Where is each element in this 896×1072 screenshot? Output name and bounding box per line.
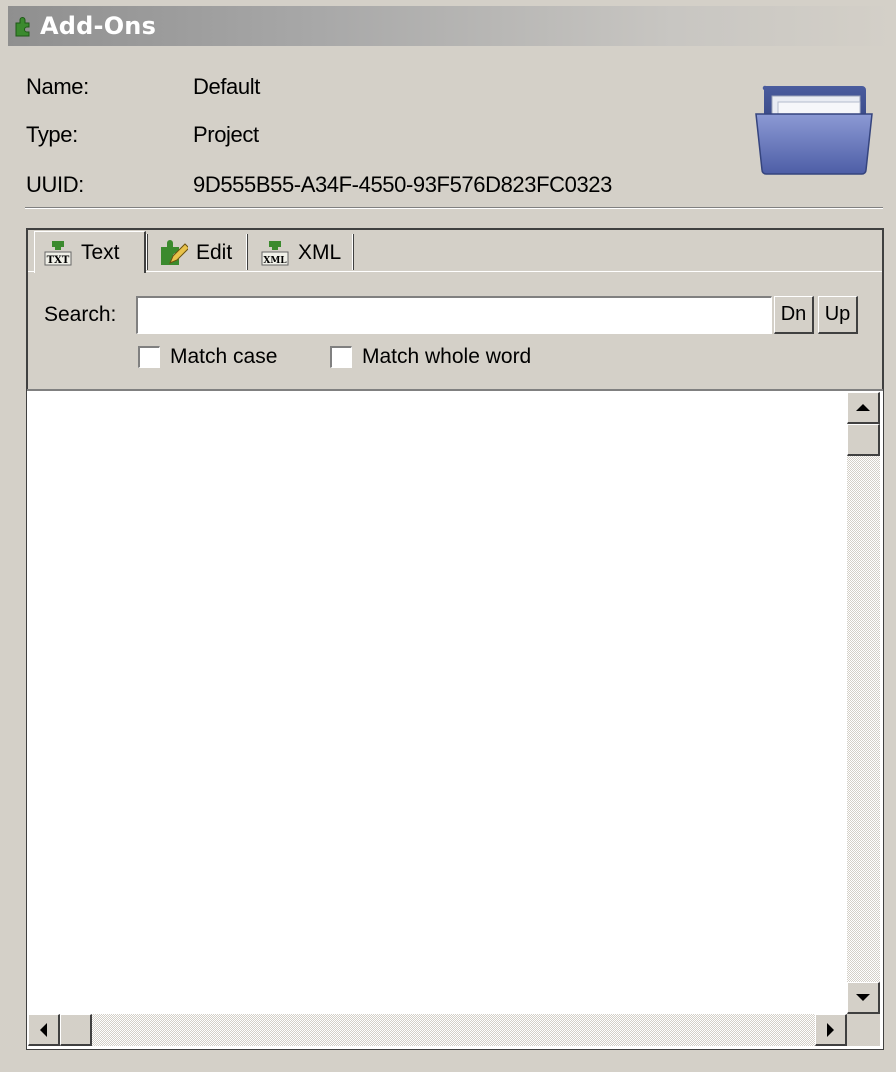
- match-whole-word-label: Match whole word: [362, 345, 532, 368]
- text-area[interactable]: [27, 389, 883, 1049]
- arrow-up-icon: [856, 404, 870, 411]
- tab-divider: [146, 234, 148, 270]
- tab-text-label: Text: [81, 240, 120, 264]
- puzzle-icon: [15, 17, 30, 37]
- tab-text[interactable]: TXT Text: [34, 231, 146, 273]
- scroll-right-button[interactable]: [815, 1014, 847, 1046]
- vertical-scrollbar[interactable]: [847, 392, 880, 1014]
- folder-icon: [755, 85, 873, 175]
- scroll-down-button[interactable]: [847, 982, 880, 1014]
- type-label: Type:: [26, 122, 78, 147]
- arrow-left-icon: [40, 1022, 47, 1037]
- xml-file-icon: XML: [261, 241, 289, 266]
- match-case-label: Match case: [170, 345, 278, 368]
- panel-title: Add-Ons: [40, 12, 157, 40]
- name-label: Name:: [26, 74, 89, 99]
- tab-xml-label: XML: [298, 241, 342, 264]
- tab-xml[interactable]: XML XML: [252, 236, 354, 270]
- tab-strip-line: [28, 271, 882, 272]
- arrow-right-icon: [827, 1022, 834, 1037]
- svg-text:TXT: TXT: [47, 255, 70, 266]
- uuid-value: 9D555B55-A34F-4550-93F576D823FC0323: [193, 172, 612, 197]
- tab-edit[interactable]: Edit: [150, 236, 246, 270]
- separator: [25, 207, 883, 209]
- text-file-icon: TXT: [44, 240, 72, 266]
- match-whole-word-checkbox[interactable]: [330, 346, 352, 368]
- horizontal-scroll-thumb[interactable]: [60, 1014, 92, 1046]
- scrollbar-corner: [847, 1014, 880, 1046]
- search-up-button[interactable]: Up: [818, 296, 858, 334]
- search-label: Search:: [44, 303, 117, 326]
- horizontal-scrollbar[interactable]: [28, 1014, 847, 1046]
- match-whole-word-option[interactable]: Match whole word: [330, 345, 531, 369]
- vertical-scroll-thumb[interactable]: [847, 424, 880, 456]
- arrow-down-icon: [856, 994, 870, 1001]
- svg-text:XML: XML: [263, 256, 287, 266]
- edit-pencil-icon: [161, 240, 188, 265]
- scroll-up-button[interactable]: [847, 392, 880, 424]
- match-case-checkbox[interactable]: [138, 346, 160, 368]
- tab-divider: [352, 234, 354, 270]
- tab-divider: [246, 234, 248, 270]
- name-value: Default: [193, 74, 260, 99]
- search-down-button[interactable]: Dn: [774, 296, 814, 334]
- type-value: Project: [193, 122, 259, 147]
- match-case-option[interactable]: Match case: [138, 345, 277, 369]
- uuid-label: UUID:: [26, 172, 84, 197]
- search-input[interactable]: [136, 296, 772, 334]
- scroll-left-button[interactable]: [28, 1014, 60, 1046]
- tab-edit-label: Edit: [196, 241, 233, 264]
- panel-title-bar: Add-Ons: [8, 6, 896, 46]
